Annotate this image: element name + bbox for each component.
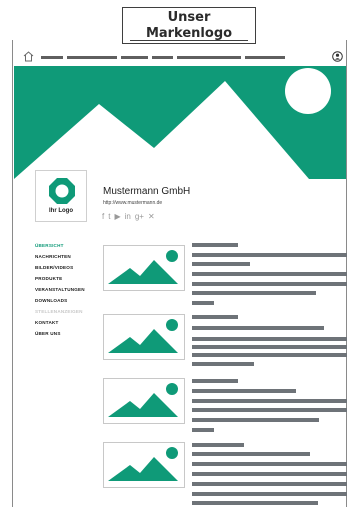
linkedin-icon[interactable]: in — [125, 211, 131, 222]
text-line-placeholder — [192, 472, 347, 476]
nav-item-4[interactable] — [152, 56, 173, 59]
text-line-placeholder — [192, 408, 347, 412]
sidebar-item-uebersicht[interactable]: ÜBERSICHT — [35, 243, 95, 254]
sidebar-menu: ÜBERSICHT NACHRICHTEN BILDER/VIDEOS PROD… — [35, 243, 95, 342]
post-image-placeholder[interactable] — [103, 442, 185, 488]
text-line-placeholder — [192, 353, 347, 357]
text-line-placeholder — [192, 399, 347, 403]
top-navigation — [14, 48, 346, 66]
text-line-placeholder — [192, 262, 250, 266]
nav-item-5[interactable] — [177, 56, 241, 59]
text-line-placeholder — [192, 452, 310, 456]
text-line-placeholder — [192, 501, 318, 505]
sidebar-item-ueber-uns[interactable]: ÜBER UNS — [35, 331, 95, 342]
nav-item-2[interactable] — [67, 56, 117, 59]
text-line-placeholder — [192, 482, 347, 486]
post-title-placeholder — [192, 379, 238, 383]
label-line-1: Unser — [167, 10, 211, 25]
text-line-placeholder — [192, 389, 296, 393]
text-line-placeholder — [192, 326, 324, 330]
text-line-placeholder — [192, 272, 347, 276]
user-icon[interactable] — [332, 51, 343, 62]
banner-illustration — [14, 68, 331, 179]
logo-placeholder-text: Ihr Logo — [49, 208, 73, 214]
image-placeholder-icon — [108, 447, 178, 481]
post-title-placeholder — [192, 315, 238, 319]
social-links: f t ▶ in g+ ✕ — [102, 211, 155, 222]
text-line-placeholder — [192, 418, 319, 422]
brand-logo-label: Unser Markenlogo — [122, 7, 256, 44]
text-line-placeholder — [192, 492, 347, 496]
company-url[interactable]: http://www.mustermann.de — [103, 200, 162, 206]
sidebar-item-stellenanzeigen: STELLENANZEIGEN — [35, 309, 83, 314]
text-line-placeholder — [192, 282, 347, 286]
label-underline — [130, 40, 248, 41]
image-placeholder-icon — [108, 250, 178, 284]
read-more-placeholder[interactable] — [192, 301, 214, 305]
sidebar-item-veranstaltungen[interactable]: VERANSTALTUNGEN — [35, 287, 95, 298]
sidebar-item-bilder-videos[interactable]: BILDER/VIDEOS — [35, 265, 95, 276]
text-line-placeholder — [192, 253, 347, 257]
text-line-placeholder — [192, 337, 347, 341]
text-line-placeholder — [192, 291, 316, 295]
image-placeholder-icon — [108, 319, 178, 353]
text-line-placeholder — [192, 345, 347, 349]
sidebar-item-kontakt[interactable]: KONTAKT — [35, 320, 95, 331]
post-title-placeholder — [192, 243, 238, 247]
post-image-placeholder[interactable] — [103, 245, 185, 291]
sidebar-item-downloads[interactable]: DOWNLOADS — [35, 298, 95, 309]
xing-icon[interactable]: ✕ — [148, 211, 155, 222]
nav-item-6[interactable] — [245, 56, 285, 59]
text-line-placeholder — [192, 362, 254, 366]
post-image-placeholder[interactable] — [103, 378, 185, 424]
read-more-placeholder[interactable] — [192, 428, 214, 432]
youtube-icon[interactable]: ▶ — [114, 211, 120, 222]
logo-placeholder-icon — [49, 178, 75, 204]
sidebar-item-produkte[interactable]: PRODUKTE — [35, 276, 95, 287]
nav-item-1[interactable] — [41, 56, 63, 59]
text-line-placeholder — [192, 462, 347, 466]
image-placeholder-icon — [108, 383, 178, 417]
post-title-placeholder — [192, 443, 244, 447]
cover-banner — [14, 66, 346, 179]
post-image-placeholder[interactable] — [103, 314, 185, 360]
googleplus-icon[interactable]: g+ — [135, 211, 144, 222]
facebook-icon[interactable]: f — [102, 211, 104, 222]
profile-logo: Ihr Logo — [35, 170, 87, 222]
home-icon[interactable] — [23, 51, 34, 62]
twitter-icon[interactable]: t — [108, 211, 110, 222]
nav-item-3[interactable] — [121, 56, 148, 59]
sidebar-item-nachrichten[interactable]: NACHRICHTEN — [35, 254, 95, 265]
company-name: Mustermann GmbH — [103, 186, 191, 197]
